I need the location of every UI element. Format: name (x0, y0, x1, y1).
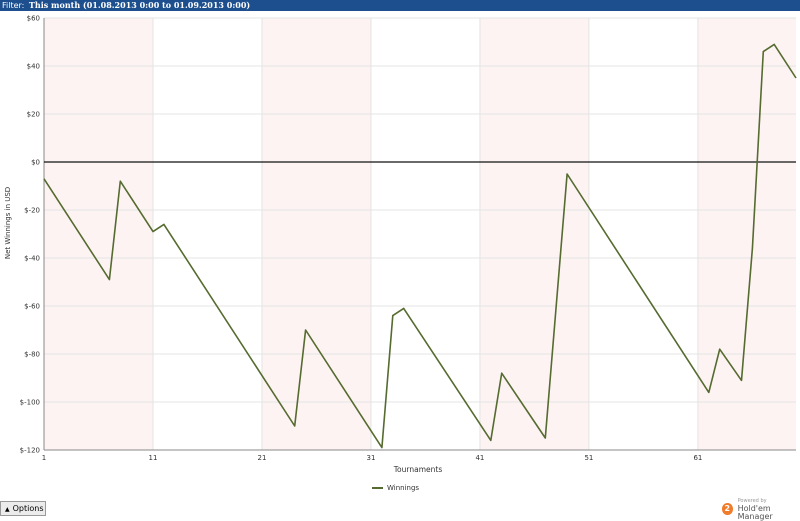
triangle-up-icon: ▲ (5, 506, 10, 513)
logo-name: Hold'em Manager (737, 504, 773, 521)
x-axis-label: Tournaments (393, 465, 443, 474)
y-tick-label: $60 (27, 15, 40, 23)
x-band (697, 18, 796, 450)
x-band (261, 18, 371, 450)
y-tick-label: $-120 (20, 447, 40, 455)
x-tick-label: 51 (584, 454, 593, 462)
legend-label: Winnings (387, 484, 420, 492)
y-tick-label: $40 (27, 63, 40, 71)
x-band (44, 18, 153, 450)
x-tick-label: 61 (693, 454, 702, 462)
x-tick-label: 1 (42, 454, 46, 462)
alternate-bands (44, 18, 796, 450)
options-label: Options (12, 504, 44, 513)
x-tick-label: 31 (366, 454, 375, 462)
y-tick-label: $-40 (24, 255, 40, 263)
legend: Winnings (372, 484, 419, 492)
y-tick-label: $-100 (20, 399, 40, 407)
axes (43, 18, 796, 451)
y-tick-labels: $60 $40 $20 $0 $-20 $-40 $-60 $-80 $-100 $-120 (20, 15, 40, 455)
filter-label: Filter: (2, 1, 25, 10)
y-tick-label: $20 (27, 111, 40, 119)
logo: 2 Powered by Hold'em Manager (722, 497, 800, 521)
series-lines (43, 43, 797, 449)
y-tick-label: $-20 (24, 207, 40, 215)
grid-lines (43, 17, 796, 451)
x-tick-labels: 1 11 21 31 41 51 61 (42, 454, 703, 462)
y-tick-label: $-80 (24, 351, 40, 359)
x-tick-label: 21 (258, 454, 267, 462)
filter-value: This month (01.08.2013 0:00 to 01.09.201… (28, 0, 251, 10)
y-tick-label: $-60 (24, 303, 40, 311)
winnings-chart: $60$40$20$0$-20$-40$-60$-80$-100$-120 11… (4, 15, 797, 474)
series-line-winnings (43, 43, 797, 449)
hm2-logo-icon: 2 (722, 503, 733, 515)
options-button[interactable]: ▲ Options (0, 501, 46, 516)
x-band (479, 18, 589, 450)
filter-bar: Filter: This month (01.08.2013 0:00 to 0… (0, 0, 800, 11)
y-axis-label: Net Winnings in USD (4, 187, 12, 259)
y-tick-label: $0 (31, 159, 40, 167)
x-tick-label: 11 (149, 454, 158, 462)
legend-swatch (372, 487, 383, 489)
x-tick-label: 41 (475, 454, 484, 462)
